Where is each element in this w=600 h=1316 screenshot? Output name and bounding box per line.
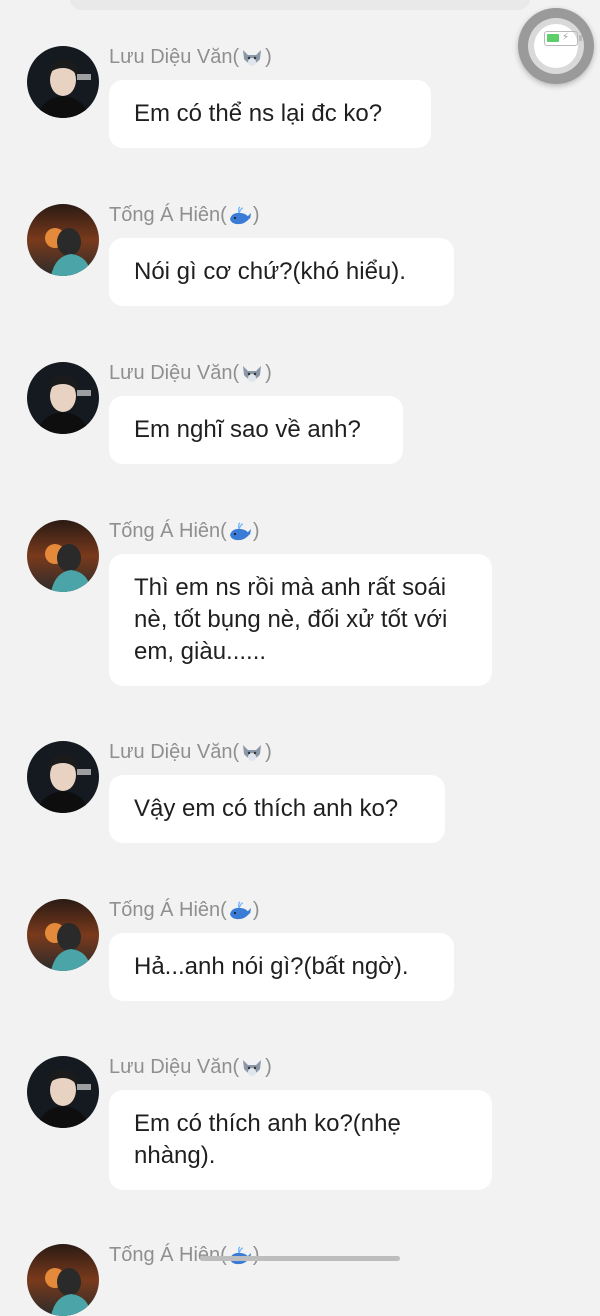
message-bubble[interactable]: Nói gì cơ chứ?(khó hiểu). — [109, 238, 454, 306]
whale-emoji — [229, 205, 251, 224]
sender-name: Lưu Diệu Văn( ) — [109, 46, 272, 68]
sender-name: Tống Á Hiên( ) — [109, 899, 260, 921]
sender-name: Lưu Diệu Văn( ) — [109, 362, 272, 384]
assistive-touch-button[interactable] — [518, 8, 594, 84]
wolf-emoji — [243, 744, 262, 761]
home-indicator[interactable] — [200, 1256, 400, 1261]
avatar[interactable] — [27, 899, 99, 971]
wolf-emoji — [243, 365, 262, 382]
avatar[interactable] — [27, 520, 99, 592]
sender-name: Tống Á Hiên( ) — [109, 520, 260, 542]
wolf-emoji — [243, 49, 262, 66]
assistive-touch-ring — [528, 18, 584, 74]
top-bar-remnant — [70, 0, 530, 10]
whale-emoji — [229, 521, 251, 540]
sender-name: Tống Á Hiên( ) — [109, 204, 260, 226]
whale-emoji — [229, 900, 251, 919]
avatar[interactable] — [27, 204, 99, 276]
message-bubble[interactable]: Em có thể ns lại đc ko? — [109, 80, 431, 148]
message-bubble[interactable]: Em có thích anh ko?(nhẹ nhàng). — [109, 1090, 492, 1190]
avatar[interactable] — [27, 362, 99, 434]
message-bubble[interactable]: Em nghĩ sao về anh? — [109, 396, 403, 464]
battery-charging-icon: ⚡ — [544, 31, 582, 46]
sender-name: Lưu Diệu Văn( ) — [109, 741, 272, 763]
message-bubble[interactable]: Thì em ns rồi mà anh rất soái nè, tốt bụ… — [109, 554, 492, 686]
sender-name: Lưu Diệu Văn( ) — [109, 1056, 272, 1078]
avatar[interactable] — [27, 1056, 99, 1128]
message-bubble[interactable]: Hả...anh nói gì?(bất ngờ). — [109, 933, 454, 1001]
avatar[interactable] — [27, 741, 99, 813]
message-bubble[interactable]: Vậy em có thích anh ko? — [109, 775, 445, 843]
wolf-emoji — [243, 1059, 262, 1076]
avatar[interactable] — [27, 46, 99, 118]
avatar[interactable] — [27, 1244, 99, 1316]
